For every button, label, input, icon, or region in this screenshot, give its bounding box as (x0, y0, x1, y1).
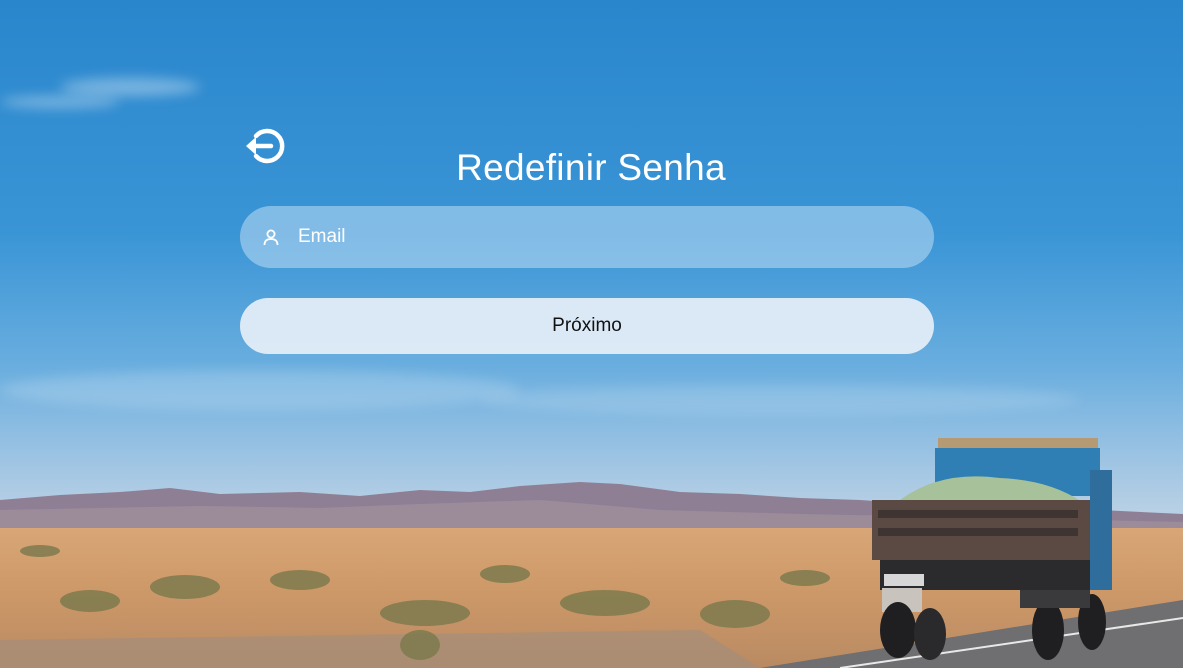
shrub (700, 600, 770, 628)
shrub (400, 630, 440, 660)
email-field[interactable] (240, 206, 934, 268)
email-input[interactable] (296, 216, 934, 258)
shrub (150, 575, 220, 599)
user-icon (262, 228, 280, 246)
reset-password-panel: Redefinir Senha Próximo (240, 110, 934, 360)
next-button[interactable]: Próximo (240, 298, 934, 354)
shrub (480, 565, 530, 583)
shrub (380, 600, 470, 626)
page-title: Redefinir Senha (456, 146, 726, 188)
shrub (780, 570, 830, 586)
shrub (560, 590, 650, 616)
shrub (20, 545, 60, 557)
shrub (270, 570, 330, 590)
shrub (60, 590, 120, 612)
truck (872, 438, 1112, 660)
